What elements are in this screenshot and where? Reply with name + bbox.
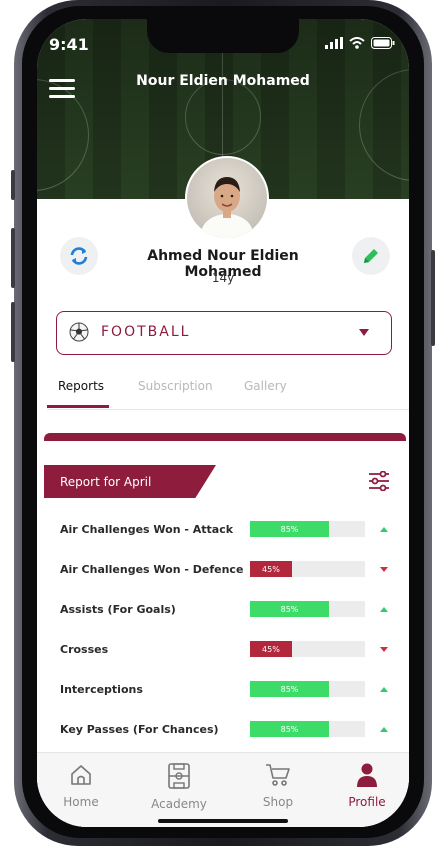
report-row: Air Challenges Won - Attack 85% [60, 521, 390, 539]
wifi-icon [349, 37, 365, 49]
status-icons [325, 37, 395, 49]
pitch-icon [168, 763, 190, 789]
cellular-signal-icon [325, 37, 343, 49]
person-icon [357, 763, 377, 787]
metric-label: Interceptions [60, 683, 143, 696]
field-center-circle [185, 79, 261, 155]
status-time: 9:41 [49, 35, 89, 54]
nav-profile[interactable]: Profile [327, 763, 407, 809]
report-period-tag: Report for April [44, 465, 216, 498]
power-button [431, 250, 435, 346]
soccer-ball-icon [69, 322, 89, 342]
pencil-icon [364, 249, 378, 263]
switch-player-button[interactable] [60, 237, 98, 275]
progress-track: 85% [250, 721, 365, 737]
mute-switch [11, 170, 15, 200]
tab-reports[interactable]: Reports [58, 379, 104, 393]
player-age: 14y [211, 271, 235, 285]
progress-track: 85% [250, 681, 365, 697]
sport-dropdown[interactable]: FOOTBALL [56, 311, 392, 355]
metric-label: Air Challenges Won - Attack [60, 523, 234, 536]
trend-up-icon [380, 607, 388, 612]
metric-label: Key Passes (For Chances) [60, 723, 219, 736]
page-title: Nour Eldien Mohamed [136, 73, 310, 89]
camera-notch [147, 19, 299, 53]
active-tab-indicator [47, 405, 109, 408]
nav-profile-label: Profile [348, 795, 386, 809]
edit-profile-button[interactable] [352, 237, 390, 275]
nav-home[interactable]: Home [41, 763, 121, 809]
nav-home-label: Home [63, 795, 99, 809]
tab-gallery[interactable]: Gallery [244, 379, 287, 393]
cart-icon [266, 764, 290, 786]
tab-subscription[interactable]: Subscription [138, 379, 213, 393]
bottom-nav: Home Academy Shop Profile [37, 752, 409, 827]
trend-up-icon [380, 527, 388, 532]
progress-fill: 85% [250, 521, 330, 537]
nav-academy[interactable]: Academy [139, 763, 219, 811]
progress-fill: 85% [250, 601, 330, 617]
progress-fill: 45% [250, 641, 292, 657]
caret-down-icon [359, 329, 369, 336]
progress-fill: 85% [250, 681, 330, 697]
progress-fill: 85% [250, 721, 330, 737]
progress-track: 85% [250, 601, 365, 617]
metric-label: Air Challenges Won - Defence [60, 563, 244, 576]
trend-up-icon [380, 727, 388, 732]
sync-icon [70, 247, 88, 265]
metric-label: Assists (For Goals) [60, 603, 176, 616]
progress-fill: 45% [250, 561, 292, 577]
progress-track: 85% [250, 521, 365, 537]
nav-shop[interactable]: Shop [238, 763, 318, 809]
report-row: Key Passes (For Chances) 85% [60, 721, 390, 739]
metric-label: Crosses [60, 643, 109, 656]
report-row: Air Challenges Won - Defence 45% [60, 561, 390, 579]
sport-label: FOOTBALL [101, 324, 191, 340]
progress-track: 45% [250, 561, 365, 577]
home-icon [71, 765, 91, 785]
player-photo [201, 177, 253, 238]
trend-down-icon [380, 647, 388, 652]
filter-icon[interactable] [368, 471, 390, 491]
trend-up-icon [380, 687, 388, 692]
report-row: Interceptions 85% [60, 681, 390, 699]
app-screen: 9:41 Nour Eldien Mohamed Ahmed Nour Eldi… [37, 19, 409, 827]
report-title: Report for April [60, 475, 152, 489]
nav-shop-label: Shop [262, 795, 294, 809]
trend-down-icon [380, 567, 388, 572]
volume-down-button [11, 302, 15, 362]
progress-track: 45% [250, 641, 365, 657]
battery-icon [371, 37, 395, 49]
volume-up-button [11, 228, 15, 288]
report-card-header [44, 433, 406, 441]
nav-academy-label: Academy [151, 797, 207, 811]
avatar [185, 156, 269, 240]
report-row: Assists (For Goals) 85% [60, 601, 390, 619]
home-indicator [158, 819, 288, 823]
report-row: Crosses 45% [60, 641, 390, 659]
